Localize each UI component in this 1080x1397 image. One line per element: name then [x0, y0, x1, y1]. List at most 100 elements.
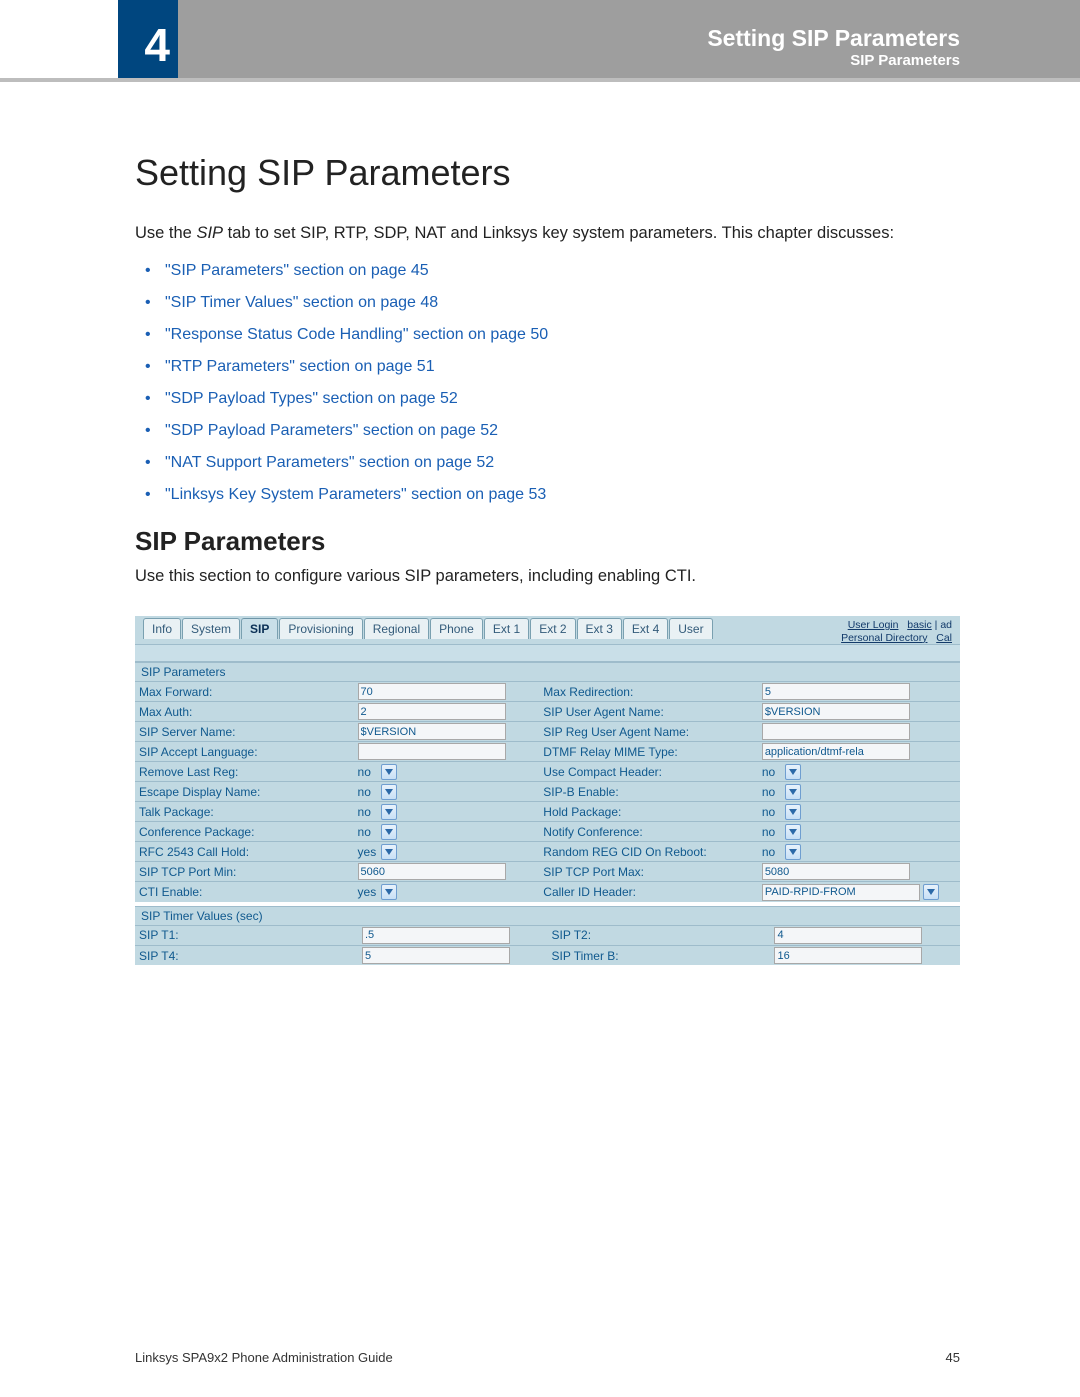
field-value [758, 742, 960, 762]
text-input[interactable] [358, 723, 506, 740]
field-value: no [758, 782, 960, 802]
basic-link[interactable]: basic [907, 619, 932, 631]
select-value: no [358, 785, 378, 799]
field-value: no [758, 762, 960, 782]
toc-item[interactable]: "SIP Parameters" section on page 45 [165, 262, 960, 280]
toc-item[interactable]: "SDP Payload Types" section on page 52 [165, 390, 960, 408]
text-input[interactable] [762, 683, 910, 700]
chevron-down-icon[interactable] [785, 804, 801, 820]
tab-regional[interactable]: Regional [364, 618, 429, 639]
field-value [354, 702, 540, 722]
chevron-down-icon[interactable] [381, 804, 397, 820]
sip-timer-table: SIP T1:SIP T2:SIP T4:SIP Timer B: [135, 925, 960, 966]
chevron-down-icon[interactable] [785, 764, 801, 780]
tab-phone[interactable]: Phone [430, 618, 483, 639]
select-value: yes [358, 845, 378, 859]
text-input[interactable] [762, 723, 910, 740]
chevron-down-icon[interactable] [381, 764, 397, 780]
chevron-down-icon[interactable] [785, 784, 801, 800]
select-value-input[interactable] [762, 884, 920, 901]
tab-ext-4[interactable]: Ext 4 [623, 618, 668, 639]
form-row: SIP TCP Port Min:SIP TCP Port Max: [135, 862, 960, 882]
field-value [758, 702, 960, 722]
tab-bar: InfoSystemSIPProvisioningRegionalPhoneEx… [135, 616, 960, 644]
text-input[interactable] [358, 683, 506, 700]
text-input[interactable] [762, 743, 910, 760]
text-input[interactable] [762, 863, 910, 880]
field-label: Conference Package: [135, 822, 354, 842]
field-label: SIP TCP Port Min: [135, 862, 354, 882]
field-label: Random REG CID On Reboot: [539, 842, 758, 862]
form-row: CTI Enable:yesCaller ID Header: [135, 882, 960, 902]
select-value: yes [358, 885, 378, 899]
field-value: yes [354, 842, 540, 862]
toc-item[interactable]: "Response Status Code Handling" section … [165, 326, 960, 344]
field-label: SIP-B Enable: [539, 782, 758, 802]
header-subtitle: SIP Parameters [707, 52, 960, 69]
tab-provisioning[interactable]: Provisioning [279, 618, 362, 639]
text-input[interactable] [362, 927, 510, 944]
tab-list: InfoSystemSIPProvisioningRegionalPhoneEx… [143, 618, 714, 639]
tab-user[interactable]: User [669, 618, 712, 639]
intro-italic: SIP [196, 224, 223, 242]
intro-pre: Use the [135, 224, 196, 242]
tab-ext-1[interactable]: Ext 1 [484, 618, 529, 639]
tab-ext-3[interactable]: Ext 3 [577, 618, 622, 639]
field-value [758, 862, 960, 882]
toc-item[interactable]: "SIP Timer Values" section on page 48 [165, 294, 960, 312]
field-label: DTMF Relay MIME Type: [539, 742, 758, 762]
tab-system[interactable]: System [182, 618, 240, 639]
toc-item[interactable]: "RTP Parameters" section on page 51 [165, 358, 960, 376]
text-input[interactable] [358, 743, 506, 760]
text-input[interactable] [762, 703, 910, 720]
field-label: Hold Package: [539, 802, 758, 822]
field-value [354, 862, 540, 882]
select-value: no [762, 845, 782, 859]
field-label: SIP T1: [135, 925, 358, 945]
chapter-number: 4 [144, 18, 170, 72]
text-input[interactable] [358, 863, 506, 880]
form-row: Talk Package: no Hold Package: no [135, 802, 960, 822]
field-value: no [758, 802, 960, 822]
chevron-down-icon[interactable] [785, 844, 801, 860]
form-row: Conference Package:noNotify Conference:n… [135, 822, 960, 842]
form-row: Remove Last Reg:noUse Compact Header:no [135, 762, 960, 782]
section-title: SIP Parameters [135, 526, 960, 557]
select-value: no [358, 805, 378, 819]
form-row: SIP Accept Language:DTMF Relay MIME Type… [135, 742, 960, 762]
field-value [758, 882, 960, 902]
advanced-cut: | ad [935, 619, 952, 631]
tab-ext-2[interactable]: Ext 2 [530, 618, 575, 639]
text-input[interactable] [774, 927, 922, 944]
select-value: no [358, 825, 378, 839]
field-value [758, 682, 960, 702]
call-history-cut[interactable]: Cal [936, 632, 952, 644]
sip-screenshot: InfoSystemSIPProvisioningRegionalPhoneEx… [135, 616, 960, 965]
chevron-down-icon[interactable] [381, 884, 397, 900]
chevron-down-icon[interactable] [381, 844, 397, 860]
toc-item[interactable]: "SDP Payload Parameters" section on page… [165, 422, 960, 440]
tab-gap [135, 644, 960, 662]
select-value: no [762, 805, 782, 819]
chevron-down-icon[interactable] [785, 824, 801, 840]
form-row: Max Forward:Max Redirection: [135, 682, 960, 702]
field-label: SIP Timer B: [547, 945, 770, 965]
chevron-down-icon[interactable] [381, 824, 397, 840]
form-row: RFC 2543 Call Hold:yesRandom REG CID On … [135, 842, 960, 862]
field-value: no [354, 762, 540, 782]
field-label: Talk Package: [135, 802, 354, 822]
user-login-link[interactable]: User Login [848, 619, 899, 631]
chevron-down-icon[interactable] [381, 784, 397, 800]
intro-paragraph: Use the SIP tab to set SIP, RTP, SDP, NA… [135, 222, 960, 244]
toc-item[interactable]: "NAT Support Parameters" section on page… [165, 454, 960, 472]
toc-item[interactable]: "Linksys Key System Parameters" section … [165, 486, 960, 504]
chevron-down-icon[interactable] [923, 884, 939, 900]
tab-info[interactable]: Info [143, 618, 181, 639]
personal-directory-link[interactable]: Personal Directory [841, 632, 927, 644]
select-value: no [358, 765, 378, 779]
text-input[interactable] [774, 947, 922, 964]
text-input[interactable] [362, 947, 510, 964]
text-input[interactable] [358, 703, 506, 720]
field-value: no [354, 802, 540, 822]
tab-sip[interactable]: SIP [241, 618, 278, 639]
